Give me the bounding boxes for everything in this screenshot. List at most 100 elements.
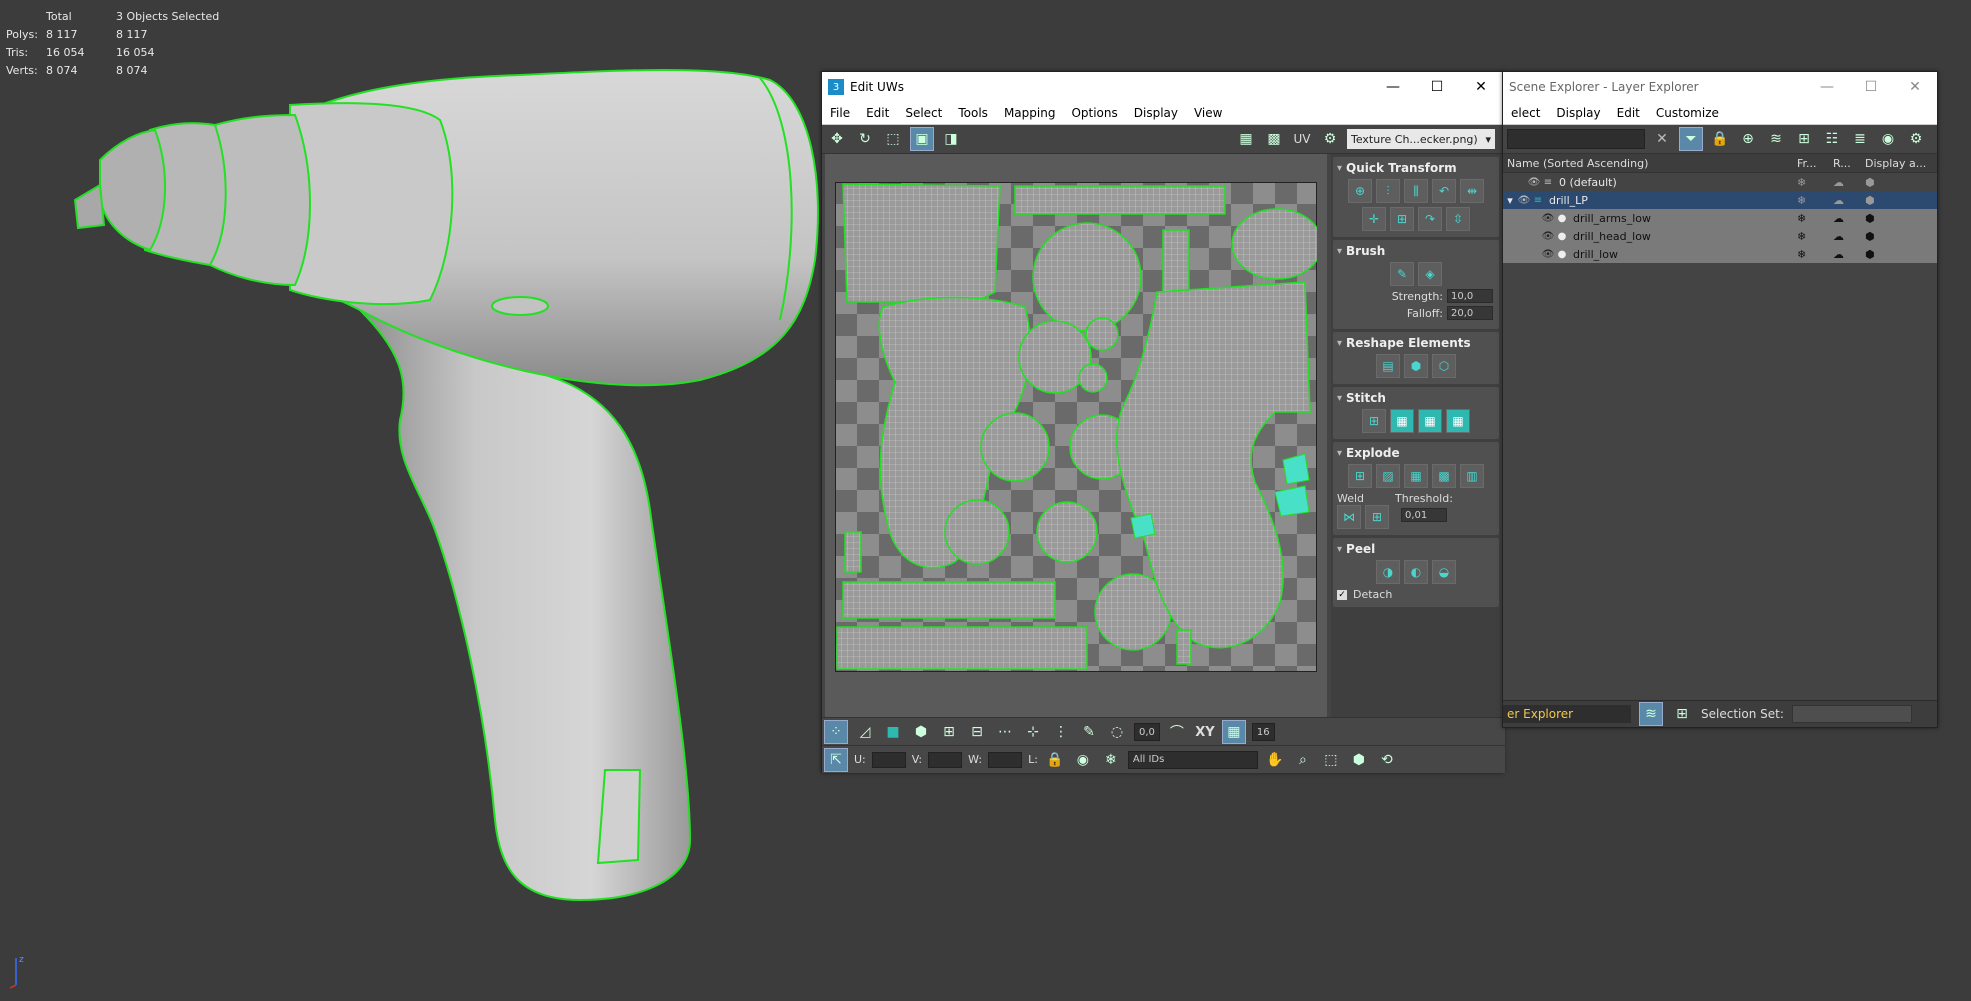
eye-icon[interactable]: 👁 (1541, 213, 1555, 224)
selection-set-dropdown[interactable] (1791, 705, 1912, 723)
paint-brush-icon[interactable]: ✎ (1390, 262, 1414, 286)
eye-icon[interactable]: 👁 (1517, 195, 1531, 206)
relax-settings-icon[interactable]: ⬡ (1432, 354, 1456, 378)
display-icon[interactable]: ⬢ (1865, 212, 1875, 225)
menu-tools[interactable]: Tools (950, 106, 996, 120)
add-to-layer-icon[interactable]: ≋ (1765, 128, 1787, 150)
freeze-icon[interactable]: ❄ (1797, 176, 1833, 189)
render-icon[interactable]: ☁ (1833, 248, 1865, 261)
quick-transform-header[interactable]: Quick Transform (1337, 161, 1495, 175)
layer-explorer-icon[interactable]: ≋ (1639, 702, 1663, 726)
clear-search-icon[interactable]: ✕ (1651, 128, 1673, 150)
render-icon[interactable]: ☁ (1833, 194, 1865, 207)
u-field[interactable] (871, 751, 906, 768)
zoom-extents-icon[interactable]: ⬢ (1348, 749, 1370, 771)
relax-icon[interactable]: ⬢ (1404, 354, 1428, 378)
new-layer-icon[interactable]: ⊕ (1737, 128, 1759, 150)
brush-header[interactable]: Brush (1337, 244, 1495, 258)
close-button[interactable]: ✕ (1893, 72, 1937, 102)
object-row[interactable]: 👁 ● drill_head_low ❄ ☁ ⬢ (1503, 227, 1937, 245)
maximize-button[interactable]: ☐ (1849, 72, 1893, 102)
freeze-icon[interactable]: ❄ (1797, 230, 1833, 243)
layers-icon[interactable]: ≣ (1849, 128, 1871, 150)
pivot-icon[interactable]: ⊕ (1348, 179, 1372, 203)
column-render[interactable]: R... (1833, 157, 1865, 170)
freeform-icon[interactable]: ▣ (910, 127, 934, 151)
space-horizontal-icon[interactable]: ⇹ (1460, 179, 1484, 203)
settings-icon[interactable]: ⚙ (1905, 128, 1927, 150)
vertex-mode-icon[interactable]: ⁘ (824, 720, 848, 744)
display-icon[interactable]: ⬢ (1865, 194, 1875, 207)
menu-edit[interactable]: Edit (858, 106, 897, 120)
edge-mode-icon[interactable]: ◿ (854, 721, 876, 743)
display-icon[interactable]: ⬢ (1865, 176, 1875, 189)
ring-icon[interactable]: ⊹ (1022, 721, 1044, 743)
explode-header[interactable]: Explode (1337, 446, 1495, 460)
menu-options[interactable]: Options (1063, 106, 1125, 120)
zoom-region-icon[interactable]: ⬚ (1320, 749, 1342, 771)
peel-mode-icon[interactable]: ◐ (1404, 560, 1428, 584)
eye-icon[interactable]: 👁 (1541, 231, 1555, 242)
texture-dropdown[interactable]: Texture Ch...ecker.png) (1347, 129, 1495, 149)
freeze-icon[interactable]: ❄ (1797, 212, 1833, 225)
menu-file[interactable]: File (822, 106, 858, 120)
move-icon[interactable]: ✥ (826, 128, 848, 150)
display-icon[interactable]: ⬢ (1865, 248, 1875, 261)
paint-select-icon[interactable]: ✎ (1078, 721, 1100, 743)
scene-explorer-titlebar[interactable]: Scene Explorer - Layer Explorer — ☐ ✕ (1503, 72, 1937, 102)
transform-type-in-icon[interactable]: ⇱ (824, 747, 848, 772)
hierarchy-icon[interactable]: ☷ (1821, 128, 1843, 150)
mirror-icon[interactable]: ◨ (940, 128, 962, 150)
menu-mapping[interactable]: Mapping (996, 106, 1064, 120)
menu-select[interactable]: Select (897, 106, 950, 120)
expand-icon[interactable]: ▾ (1503, 194, 1517, 207)
v-field[interactable] (928, 751, 963, 768)
display-icon[interactable]: ⬢ (1865, 230, 1875, 243)
grid-spinner[interactable]: 16 (1251, 723, 1275, 741)
checker-bg-icon[interactable]: ▩ (1263, 128, 1285, 150)
lock-icon[interactable]: 🔒 (1709, 128, 1731, 150)
stitch-target-icon[interactable]: ▦ (1390, 409, 1414, 433)
hierarchy-icon[interactable]: ⊞ (1671, 703, 1693, 725)
select-in-layer-icon[interactable]: ⊞ (1793, 128, 1815, 150)
rotate-ccw-icon[interactable]: ↶ (1432, 179, 1456, 203)
break-icon[interactable]: ⊞ (1348, 464, 1372, 488)
detach-edge-icon[interactable]: ▨ (1376, 464, 1400, 488)
uv-label[interactable]: UV (1291, 128, 1313, 150)
menu-view[interactable]: View (1186, 106, 1230, 120)
layer-row[interactable]: 👁 ≡ 0 (default) ❄ ☁ ⬢ (1503, 173, 1937, 191)
stitch-custom-icon[interactable]: ⊞ (1362, 409, 1386, 433)
menu-customize[interactable]: Customize (1648, 106, 1727, 120)
freeze-icon[interactable]: ❄ (1797, 248, 1833, 261)
minimize-button[interactable]: — (1371, 72, 1415, 102)
freeze-icon[interactable]: ❄ (1100, 749, 1122, 771)
maximize-button[interactable]: ☐ (1415, 72, 1459, 102)
render-icon[interactable]: ☁ (1833, 176, 1865, 189)
render-icon[interactable]: ☁ (1833, 230, 1865, 243)
straighten-icon[interactable]: ⊞ (1390, 207, 1414, 231)
curve-icon[interactable]: ⌒ (1166, 721, 1188, 743)
column-freeze[interactable]: Fr... (1797, 157, 1833, 170)
element-mode-icon[interactable]: ⬢ (910, 721, 932, 743)
render-icon[interactable]: ☁ (1833, 212, 1865, 225)
stitch-average-icon[interactable]: ▦ (1418, 409, 1442, 433)
column-name[interactable]: Name (Sorted Ascending) (1503, 157, 1797, 170)
hide-layer-icon[interactable]: ◉ (1877, 128, 1899, 150)
snap-icon[interactable]: ⟲ (1376, 749, 1398, 771)
align-horizontal-icon[interactable]: ⫶ (1376, 179, 1400, 203)
straighten-selection-icon[interactable]: ▤ (1376, 354, 1400, 378)
freeze-icon[interactable]: ❄ (1797, 194, 1833, 207)
space-vertical-icon[interactable]: ⇳ (1446, 207, 1470, 231)
angle-spinner[interactable]: 0,0 (1134, 723, 1160, 741)
close-button[interactable]: ✕ (1459, 72, 1503, 102)
eye-icon[interactable]: 👁 (1541, 249, 1555, 260)
zoom-icon[interactable]: ⌕ (1292, 749, 1314, 771)
eye-icon[interactable]: 👁 (1527, 177, 1541, 188)
uv-titlebar[interactable]: 3 Edit UWs — ☐ ✕ (822, 72, 1503, 102)
flatten-by-material-icon[interactable]: ▥ (1460, 464, 1484, 488)
minimize-button[interactable]: — (1805, 72, 1849, 102)
edge-select-icon[interactable]: ⋮ (1050, 721, 1072, 743)
menu-select[interactable]: elect (1503, 106, 1548, 120)
pan-icon[interactable]: ✋ (1264, 749, 1286, 771)
loop-icon[interactable]: ⋯ (994, 721, 1016, 743)
